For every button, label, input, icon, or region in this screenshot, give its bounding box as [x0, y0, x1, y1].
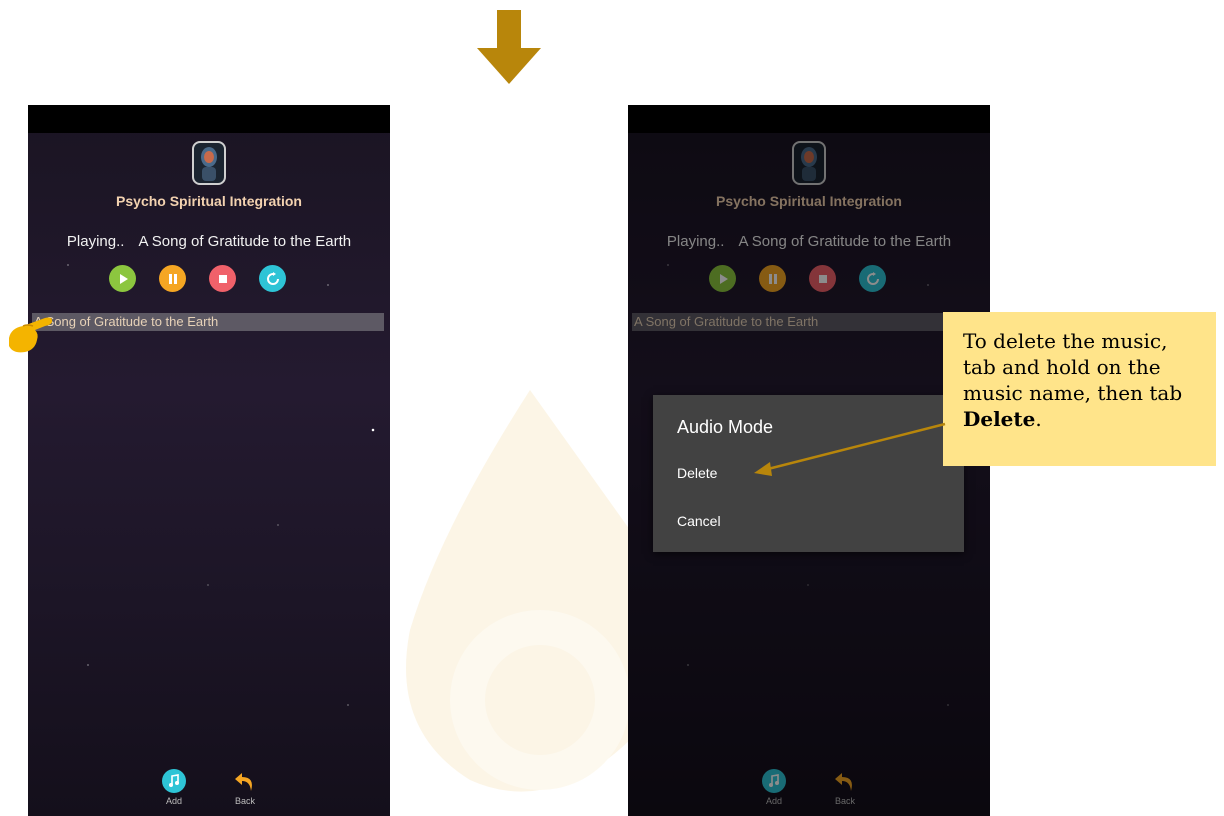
repeat-button[interactable] — [259, 265, 286, 292]
app-title: Psycho Spiritual Integration — [116, 193, 302, 209]
playlist-item[interactable]: A Song of Gratitude to the Earth — [32, 313, 384, 331]
down-arrow-icon — [477, 10, 541, 84]
playing-track: A Song of Gratitude to the Earth — [138, 233, 352, 250]
phone-screen-playing: Psycho Spiritual Integration Playing.. A … — [28, 105, 390, 816]
instruction-callout: To delete the music, tab and hold on the… — [943, 312, 1216, 466]
status-bar — [28, 105, 390, 133]
pause-icon — [168, 273, 177, 284]
callout-text: To delete the music, tab and hold on the… — [963, 329, 1183, 405]
bottom-bar: Add Back — [28, 767, 390, 816]
callout-end: . — [1035, 407, 1042, 431]
back-arrow-icon — [235, 773, 252, 791]
pause-button[interactable] — [159, 265, 186, 292]
playback-controls — [28, 265, 390, 293]
back-label: Back — [234, 796, 255, 806]
add-label: Add — [165, 796, 182, 806]
stop-icon — [218, 274, 227, 283]
repeat-icon — [266, 271, 279, 285]
delete-option[interactable]: Delete — [677, 465, 717, 481]
play-button[interactable] — [109, 265, 136, 292]
stop-button[interactable] — [209, 265, 236, 292]
play-icon — [119, 273, 128, 284]
add-button[interactable]: Add — [154, 769, 194, 806]
callout-bold: Delete — [963, 407, 1036, 431]
now-playing: Playing.. A Song of Gratitude to the Eart… — [28, 233, 390, 250]
pointer-arrow-icon — [754, 422, 946, 476]
playing-label: Playing.. — [66, 233, 125, 250]
app-logo — [192, 141, 226, 185]
pointing-hand-icon — [9, 317, 53, 353]
cancel-option[interactable]: Cancel — [677, 513, 721, 529]
music-note-icon — [162, 769, 186, 793]
back-button[interactable]: Back — [225, 769, 265, 806]
